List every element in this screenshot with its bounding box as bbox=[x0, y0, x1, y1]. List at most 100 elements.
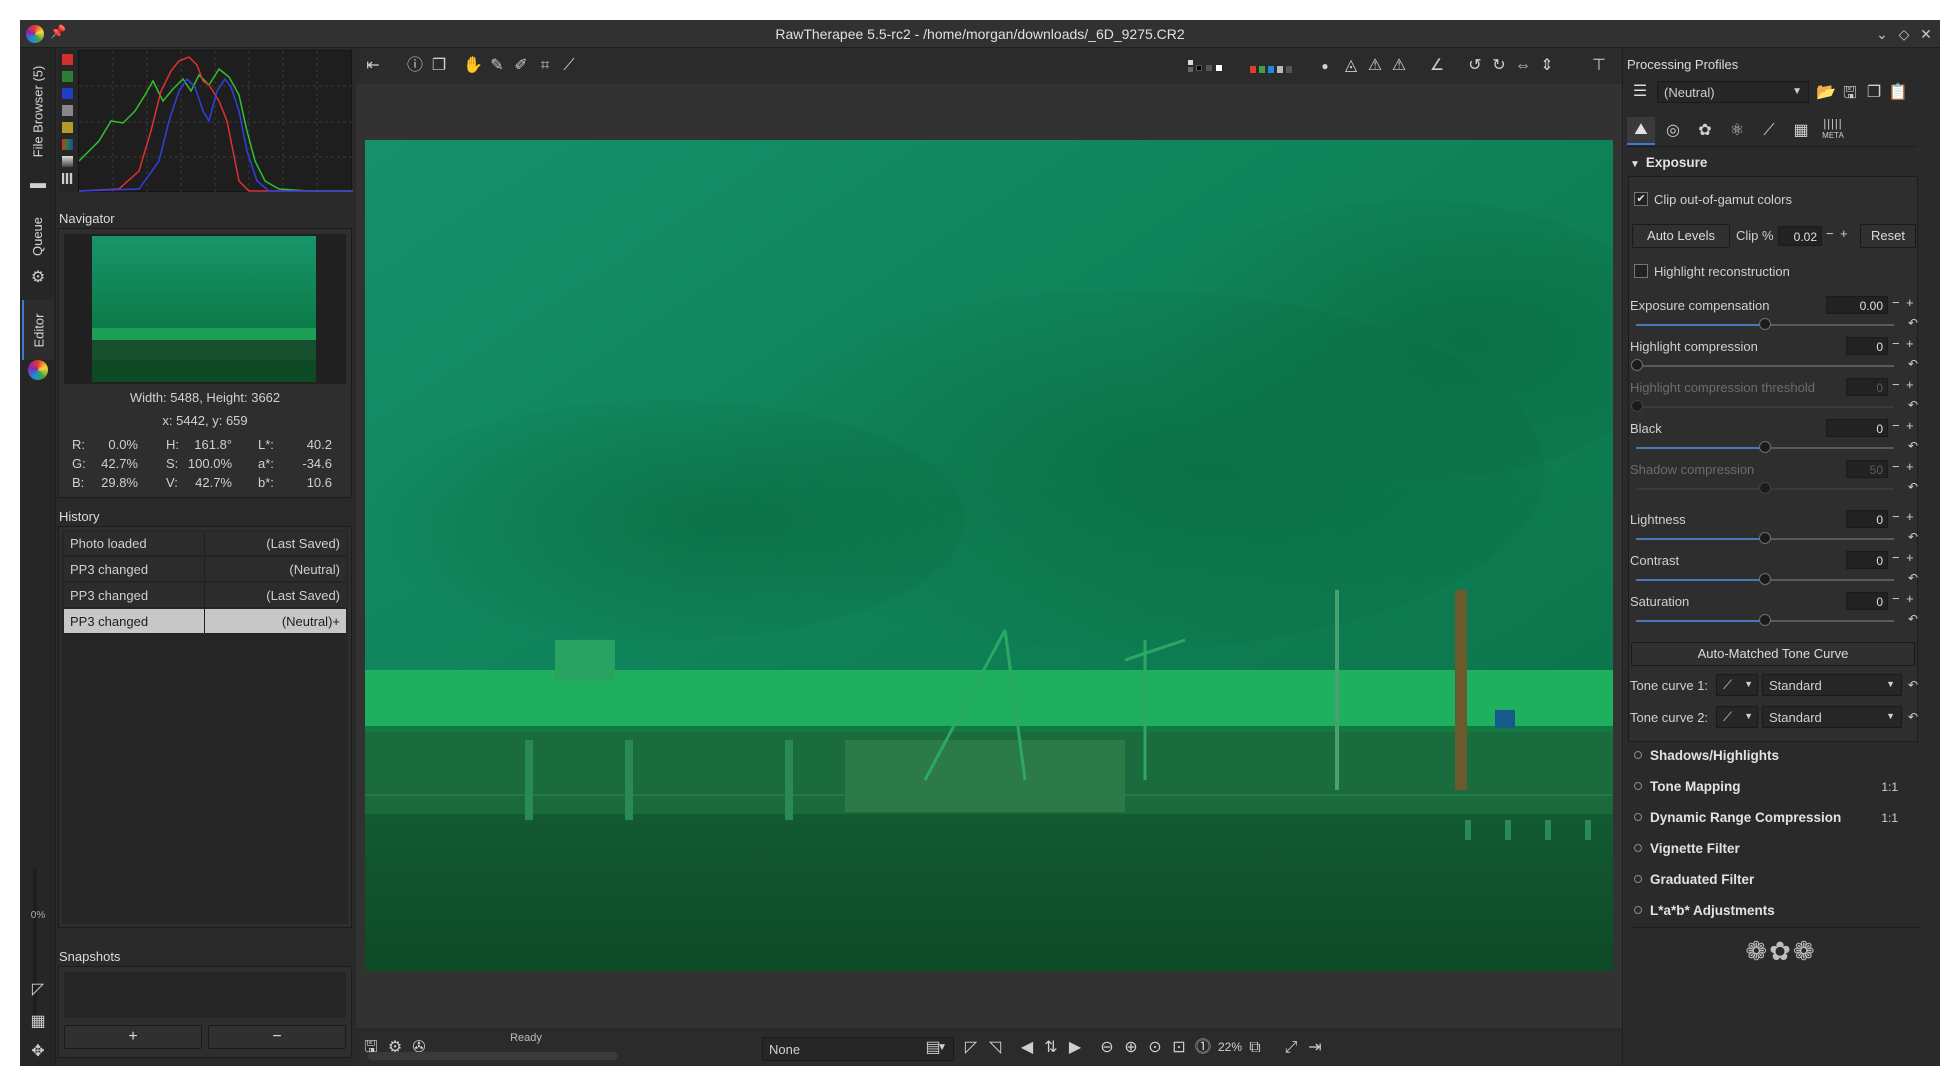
black-reset-icon[interactable]: ↶ bbox=[1908, 439, 1918, 453]
contrast-knob[interactable] bbox=[1759, 573, 1771, 585]
clip-percent-minus[interactable]: − bbox=[1826, 226, 1834, 241]
perspective-icon[interactable]: ∠ bbox=[1426, 55, 1448, 77]
history-row[interactable]: PP3 changed (Last Saved) bbox=[64, 583, 346, 608]
next-image-icon[interactable]: ▶ bbox=[1064, 1037, 1086, 1059]
exposure-comp-input[interactable]: 0.00 bbox=[1826, 296, 1888, 314]
batch-icon[interactable]: ▦ bbox=[26, 1010, 50, 1034]
fullscreen-icon[interactable]: ⤢ bbox=[1280, 1037, 1302, 1059]
previous-image-icon[interactable]: ◀ bbox=[1016, 1037, 1038, 1059]
black-plus[interactable]: + bbox=[1906, 418, 1914, 433]
history-row[interactable]: Photo loaded (Last Saved) bbox=[64, 531, 346, 556]
profile-select[interactable]: (Neutral) ▼ bbox=[1657, 81, 1809, 103]
history-row-selected[interactable]: PP3 changed (Neutral)+ bbox=[64, 609, 346, 634]
zoom-fit-icon[interactable]: ⊙ bbox=[1144, 1037, 1166, 1059]
preview-channel-toggles[interactable] bbox=[1250, 66, 1294, 73]
open-profile-icon[interactable]: 📂 bbox=[1815, 82, 1837, 104]
saturation-knob[interactable] bbox=[1759, 614, 1771, 626]
contrast-minus[interactable]: − bbox=[1892, 550, 1900, 565]
highlight-comp-reset-icon[interactable]: ↶ bbox=[1908, 357, 1918, 371]
focus-mask-icon[interactable]: ● bbox=[1314, 55, 1336, 77]
hide-right-panel-icon[interactable]: ⇥ bbox=[1304, 1037, 1326, 1059]
highlight-recon-checkbox[interactable] bbox=[1634, 264, 1648, 278]
straighten-icon[interactable]: ⟋ bbox=[558, 55, 580, 77]
black-minus[interactable]: − bbox=[1892, 418, 1900, 433]
zoom-100-icon[interactable]: ⓵ bbox=[1192, 1037, 1214, 1059]
black-input[interactable]: 0 bbox=[1826, 419, 1888, 437]
black-knob[interactable] bbox=[1759, 441, 1771, 453]
zoom-crop-icon[interactable]: ⊡ bbox=[1168, 1037, 1190, 1059]
auto-matched-tone-curve-button[interactable]: Auto-Matched Tone Curve bbox=[1631, 642, 1915, 666]
contrast-plus[interactable]: + bbox=[1906, 550, 1914, 565]
add-snapshot-button[interactable]: + bbox=[64, 1025, 202, 1049]
saturation-reset-icon[interactable]: ↶ bbox=[1908, 612, 1918, 626]
color-wheel-icon[interactable] bbox=[28, 360, 48, 380]
tab-editor[interactable]: Editor bbox=[22, 300, 54, 360]
filmstrip-icon[interactable]: ▤ bbox=[922, 1037, 944, 1059]
clip-percent-plus[interactable]: + bbox=[1840, 226, 1848, 241]
histogram-red-toggle[interactable] bbox=[62, 54, 73, 65]
navigator-thumbnail[interactable] bbox=[92, 236, 316, 382]
rotate-left-icon[interactable]: ↺ bbox=[1464, 55, 1486, 77]
histogram-blue-toggle[interactable] bbox=[62, 88, 73, 99]
before-after-icon[interactable]: ❐ bbox=[428, 55, 450, 77]
hide-top-panel-icon[interactable]: ⊤ bbox=[1588, 55, 1610, 77]
sharpening-mask-icon[interactable]: ◬ bbox=[1340, 55, 1362, 77]
zoom-out-icon[interactable]: ⊖ bbox=[1096, 1037, 1118, 1059]
auto-levels-button[interactable]: Auto Levels bbox=[1632, 224, 1730, 248]
metadata-tab-icon[interactable]: ||||| META bbox=[1819, 117, 1847, 145]
highlight-comp-minus[interactable]: − bbox=[1892, 336, 1900, 351]
lightness-minus[interactable]: − bbox=[1892, 509, 1900, 524]
tone-curve-1-reset-icon[interactable]: ↶ bbox=[1908, 678, 1918, 692]
highlight-comp-knob[interactable] bbox=[1631, 359, 1643, 371]
shadows-highlights-section[interactable]: Shadows/Highlights bbox=[1630, 744, 1920, 772]
navigator-thumbnail-frame[interactable] bbox=[64, 234, 346, 384]
copy-profile-icon[interactable]: ❐ bbox=[1863, 82, 1885, 104]
exposure-comp-knob[interactable] bbox=[1759, 318, 1771, 330]
background-color-chooser[interactable] bbox=[1188, 60, 1228, 72]
white-balance-picker-icon[interactable]: ✎ bbox=[486, 55, 508, 77]
lightness-reset-icon[interactable]: ↶ bbox=[1908, 530, 1918, 544]
tone-curve-2-mode[interactable]: Standard ▼ bbox=[1762, 706, 1902, 728]
histogram-chroma-toggle[interactable] bbox=[62, 122, 73, 133]
advanced-tab-icon[interactable]: ⚛ bbox=[1723, 117, 1751, 145]
highlight-comp-input[interactable]: 0 bbox=[1846, 337, 1888, 355]
highlight-clipping-warning-icon[interactable]: ⚠ bbox=[1388, 55, 1410, 77]
hide-left-panel-icon[interactable]: ⇤ bbox=[362, 55, 384, 77]
tone-curve-1-mode[interactable]: Standard ▼ bbox=[1762, 674, 1902, 696]
hand-tool-icon[interactable]: ✋ bbox=[462, 55, 484, 77]
exposure-header[interactable]: ▼ Exposure bbox=[1630, 155, 1707, 170]
histogram-luma-toggle[interactable] bbox=[62, 105, 73, 116]
saturation-plus[interactable]: + bbox=[1906, 591, 1914, 606]
contrast-reset-icon[interactable]: ↶ bbox=[1908, 571, 1918, 585]
sync-icon[interactable]: ⇅ bbox=[1040, 1037, 1062, 1059]
tab-file-browser[interactable]: File Browser (5) bbox=[22, 56, 54, 166]
gears-icon[interactable]: ⚙ bbox=[26, 266, 50, 290]
shadow-clipping-warning-icon[interactable]: ⚠ bbox=[1364, 55, 1386, 77]
exposure-comp-minus[interactable]: − bbox=[1892, 295, 1900, 310]
paste-profile-icon[interactable]: 📋 bbox=[1887, 82, 1909, 104]
rotate-right-icon[interactable]: ↻ bbox=[1488, 55, 1510, 77]
save-profile-icon[interactable]: 🖫 bbox=[1839, 82, 1861, 104]
exposure-comp-reset-icon[interactable]: ↶ bbox=[1908, 316, 1918, 330]
raw-tab-icon[interactable]: ▦ bbox=[1787, 117, 1815, 145]
profile-list-icon[interactable]: ☰ bbox=[1627, 81, 1653, 105]
flip-horizontal-icon[interactable]: ⇔ bbox=[1512, 55, 1534, 77]
detail-tab-icon[interactable]: ◎ bbox=[1659, 117, 1687, 145]
tone-curve-2-reset-icon[interactable]: ↶ bbox=[1908, 710, 1918, 724]
contrast-input[interactable]: 0 bbox=[1846, 551, 1888, 569]
tab-queue[interactable]: Queue bbox=[22, 206, 54, 266]
lab-adjustments-section[interactable]: L*a*b* Adjustments bbox=[1630, 899, 1920, 927]
saturation-minus[interactable]: − bbox=[1892, 591, 1900, 606]
flip-vertical-icon[interactable]: ⇕ bbox=[1536, 55, 1558, 77]
send-to-editor-icon[interactable]: ◸ bbox=[26, 978, 50, 1002]
clip-percent-input[interactable]: 0.02 bbox=[1778, 226, 1822, 246]
clip-gamut-checkbox[interactable]: ✔ bbox=[1634, 192, 1648, 206]
vignette-filter-section[interactable]: Vignette Filter bbox=[1630, 837, 1920, 865]
paste-profile-icon[interactable]: ◹ bbox=[984, 1037, 1006, 1059]
histogram-green-toggle[interactable] bbox=[62, 71, 73, 82]
histogram-bar-toggle[interactable] bbox=[62, 173, 73, 184]
saturation-input[interactable]: 0 bbox=[1846, 592, 1888, 610]
new-detail-window-icon[interactable]: ⧉ bbox=[1244, 1037, 1266, 1059]
color-tab-icon[interactable]: ✿ bbox=[1691, 117, 1719, 145]
maximize-icon[interactable]: ◇ bbox=[1894, 24, 1914, 44]
